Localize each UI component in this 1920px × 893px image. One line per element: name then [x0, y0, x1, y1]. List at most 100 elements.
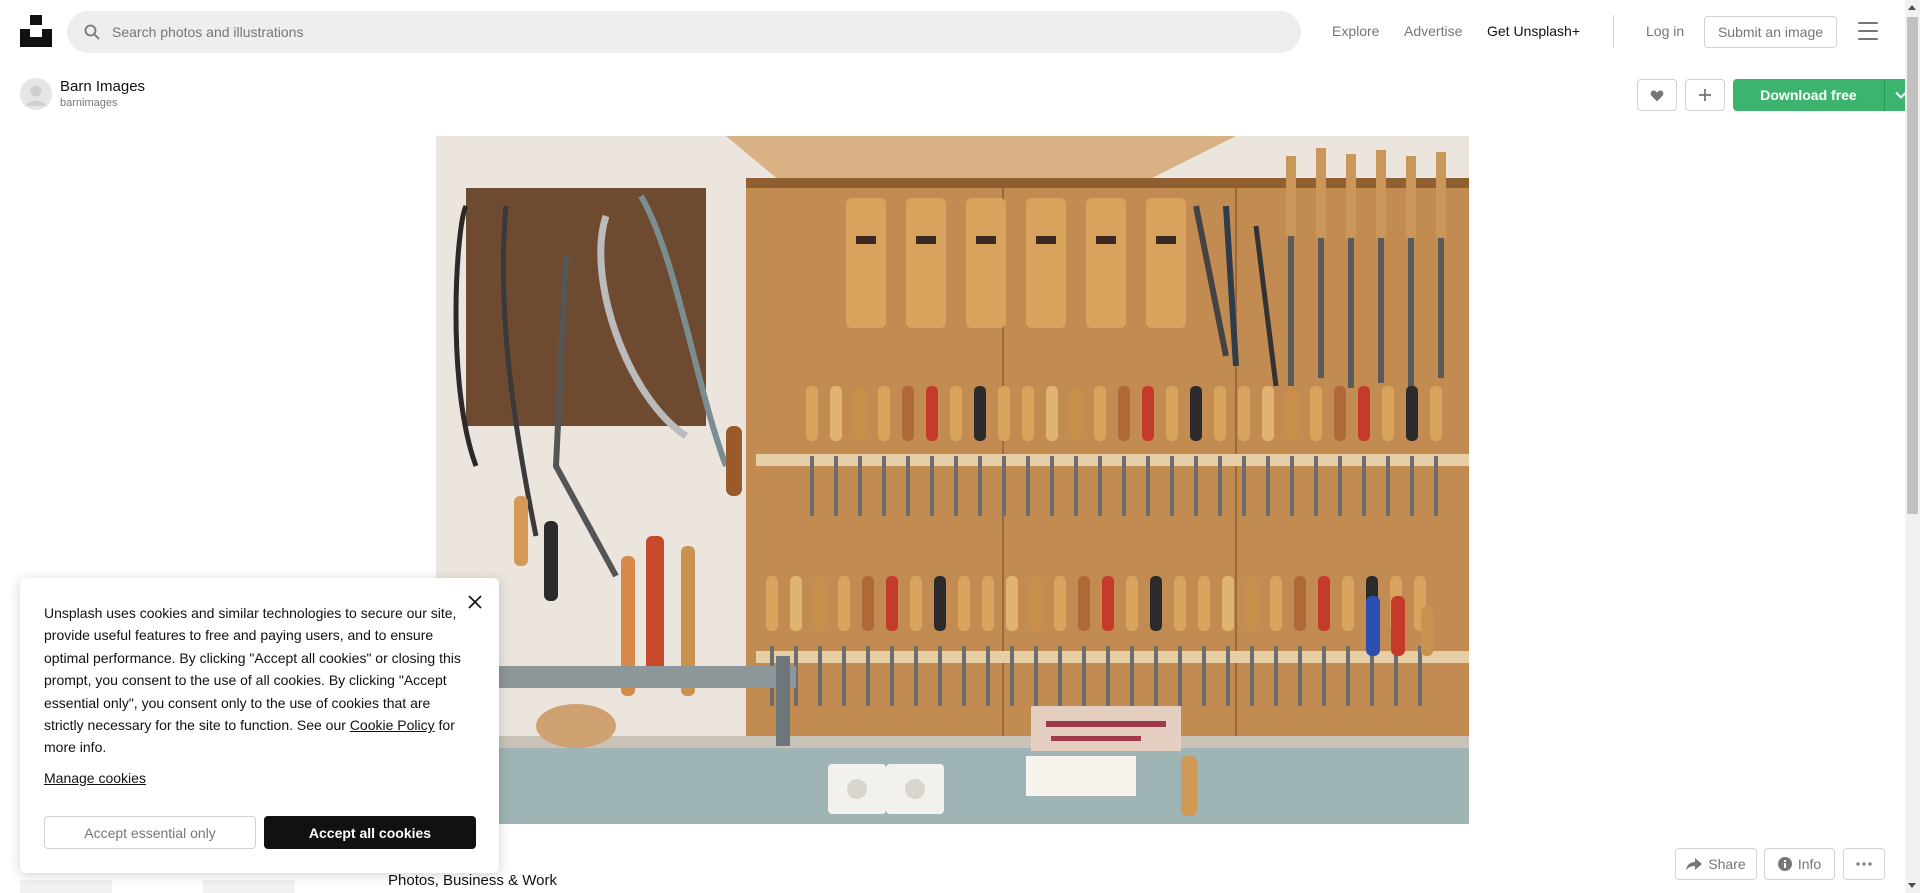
download-button[interactable]: Download free: [1733, 79, 1884, 111]
chisel-blade: [1410, 456, 1414, 516]
scroll-up-arrow-icon[interactable]: [1908, 5, 1916, 10]
chisel-handle: [1334, 386, 1346, 441]
chisel-handle: [862, 576, 874, 631]
tool-wall-image: [436, 136, 1469, 824]
chisel-blade: [914, 646, 918, 706]
chisel-blade: [1034, 646, 1038, 706]
chisel-blade: [1098, 456, 1102, 516]
more-icon: [1856, 862, 1872, 866]
chisel-blade: [1290, 456, 1294, 516]
info-button[interactable]: Info: [1764, 848, 1835, 880]
chisel-blade: [1170, 456, 1174, 516]
avatar[interactable]: [20, 78, 52, 110]
accept-essential-button[interactable]: Accept essential only: [44, 816, 256, 849]
submit-image-button[interactable]: Submit an image: [1704, 16, 1837, 48]
chisel-handle: [950, 386, 962, 441]
chisel-handle: [1286, 386, 1298, 441]
chisel-handle: [998, 386, 1010, 441]
chisel-handle: [1046, 386, 1058, 441]
chisel-handle: [854, 386, 866, 441]
chisel-handle: [1054, 576, 1066, 631]
page: Explore Advertise Get Unsplash+ Log in S…: [0, 0, 1920, 893]
chisel-handle: [1022, 386, 1034, 441]
chisel-blade: [1362, 456, 1366, 516]
thumbnail-placeholder: [203, 880, 295, 893]
info-icon: [1777, 857, 1792, 871]
share-button[interactable]: Share: [1675, 848, 1757, 880]
chisel-blade: [1050, 456, 1054, 516]
chisel-handle: [1382, 386, 1394, 441]
chisel-handle: [910, 576, 922, 631]
heart-icon: [1650, 89, 1664, 101]
author-info[interactable]: Barn Images barnimages: [20, 78, 145, 110]
chisel-blade: [818, 646, 822, 706]
chisel-blade: [1274, 646, 1278, 706]
chisel-handle: [902, 386, 914, 441]
chisel-handle: [806, 386, 818, 441]
thumbnail-placeholder: [20, 880, 112, 893]
unsplash-logo-icon[interactable]: [20, 15, 52, 47]
chisel-handle: [1342, 576, 1354, 631]
search-bar[interactable]: [67, 11, 1301, 53]
chisel-handle: [1214, 386, 1226, 441]
add-to-collection-button[interactable]: [1685, 79, 1725, 111]
accept-all-cookies-button[interactable]: Accept all cookies: [264, 816, 476, 849]
chisel-blade: [1002, 456, 1006, 516]
chisel-blade: [1026, 456, 1030, 516]
hamburger-menu-icon[interactable]: [1858, 22, 1878, 40]
chisel-blade: [1298, 646, 1302, 706]
nav-divider: [1613, 15, 1614, 47]
more-actions-button[interactable]: [1843, 848, 1885, 880]
author-handle[interactable]: barnimages: [60, 96, 145, 110]
search-icon[interactable]: [84, 24, 100, 40]
chisel-handle: [1358, 386, 1370, 441]
like-button[interactable]: [1637, 79, 1677, 111]
search-input[interactable]: [112, 24, 1112, 40]
chisel-blade: [930, 456, 934, 516]
nav-login[interactable]: Log in: [1646, 23, 1684, 39]
main-photo[interactable]: [436, 136, 1469, 824]
chisel-handle: [1166, 386, 1178, 441]
chisel-handle: [838, 576, 850, 631]
chisel-blade: [1434, 456, 1438, 516]
chisel-blade: [938, 646, 942, 706]
scrollbar-thumb[interactable]: [1907, 17, 1918, 514]
nav-explore[interactable]: Explore: [1332, 23, 1379, 39]
chisel-handle: [1222, 576, 1234, 631]
chisel-blade: [1010, 646, 1014, 706]
chisel-blade: [1226, 646, 1230, 706]
vertical-scrollbar[interactable]: [1905, 0, 1920, 893]
top-nav: Explore Advertise Get Unsplash+ Log in S…: [0, 0, 1905, 63]
chisel-handle: [878, 386, 890, 441]
chisel-blade: [1314, 456, 1318, 516]
chisel-handle: [1142, 386, 1154, 441]
chisel-handle: [1006, 576, 1018, 631]
cookie-policy-link[interactable]: Cookie Policy: [350, 717, 435, 733]
chisel-handle: [926, 386, 938, 441]
info-label: Info: [1797, 856, 1822, 872]
chisel-blade: [1074, 456, 1078, 516]
chisel-handle: [1406, 386, 1418, 441]
chisel-handle: [1270, 576, 1282, 631]
chisel-handle: [958, 576, 970, 631]
chisel-blade: [1130, 646, 1134, 706]
nav-get-unsplash-plus[interactable]: Get Unsplash+: [1487, 23, 1580, 39]
chisel-handle: [790, 576, 802, 631]
chisel-blade: [1346, 646, 1350, 706]
chisel-blade: [1146, 456, 1150, 516]
photo-tags[interactable]: Photos, Business & Work: [388, 872, 557, 889]
share-label: Share: [1708, 856, 1746, 872]
chisel-blade: [1386, 456, 1390, 516]
chisel-blade: [1242, 456, 1246, 516]
chisel-handle: [1430, 386, 1442, 441]
scroll-down-arrow-icon[interactable]: [1908, 883, 1916, 888]
chisel-blade: [906, 456, 910, 516]
chisel-handle: [974, 386, 986, 441]
chisel-blade: [1122, 456, 1126, 516]
close-icon[interactable]: [463, 590, 487, 614]
nav-advertise[interactable]: Advertise: [1404, 23, 1462, 39]
chisel-blade: [842, 646, 846, 706]
chisel-blade: [1322, 646, 1326, 706]
manage-cookies-link[interactable]: Manage cookies: [44, 770, 146, 786]
author-name[interactable]: Barn Images: [60, 78, 145, 96]
